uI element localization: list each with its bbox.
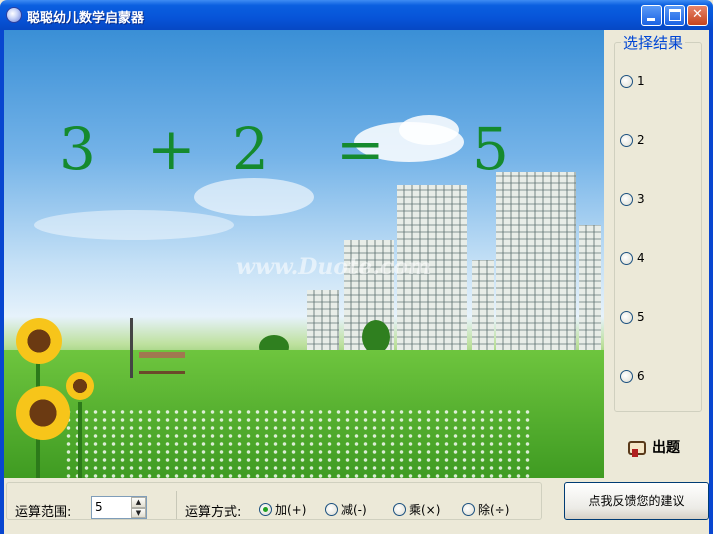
radio-icon[interactable] — [393, 503, 406, 516]
sunflower — [16, 318, 62, 364]
radio-icon[interactable] — [462, 503, 475, 516]
new-question-label: 出题 — [652, 440, 680, 456]
choice-label: 6 — [637, 369, 645, 383]
choice-label: 2 — [637, 133, 645, 147]
answer-panel: 选择结果 1 2 3 4 5 6 出题 — [604, 30, 709, 478]
radio-icon[interactable] — [620, 74, 633, 88]
hand-card-icon — [626, 437, 646, 457]
radio-icon[interactable] — [620, 369, 633, 383]
choice-label: 1 — [637, 74, 645, 88]
scene-background: www.Duote.com 3 + 2 = 5 — [4, 30, 604, 478]
choice-4[interactable]: 4 — [620, 250, 645, 266]
app-orb-icon[interactable] — [6, 7, 22, 23]
operand-b: 2 — [232, 115, 269, 183]
building — [307, 290, 339, 350]
settings-bar: 运算范围: 5 ▲ ▼ 运算方式: 加(+) 减(-) 乘(×) 除(÷) 点我… — [4, 478, 709, 530]
new-question-button[interactable]: 出题 — [626, 434, 698, 460]
range-value[interactable]: 5 — [95, 500, 103, 514]
spinner-up-icon[interactable]: ▲ — [131, 497, 146, 508]
operand-a: 3 — [59, 115, 96, 183]
watermark-text: www.Duote.com — [236, 254, 432, 280]
choice-1[interactable]: 1 — [620, 73, 645, 89]
choice-label: 3 — [637, 192, 645, 206]
building — [472, 260, 494, 350]
choices-title: 选择结果 — [621, 32, 686, 53]
maximize-icon — [669, 9, 681, 21]
choice-label: 5 — [637, 310, 645, 324]
radio-icon[interactable] — [620, 133, 633, 147]
close-button[interactable]: ✕ — [687, 5, 708, 26]
divider — [176, 491, 177, 519]
building — [496, 172, 576, 350]
radio-icon[interactable] — [325, 503, 338, 516]
operation-divide[interactable]: 除(÷) — [462, 501, 509, 518]
spinner-down-icon[interactable]: ▼ — [131, 507, 146, 518]
window-frame-right — [709, 30, 713, 534]
minimize-button[interactable] — [641, 5, 662, 26]
choice-label: 4 — [637, 251, 645, 265]
tree — [362, 320, 390, 354]
title-bar: 聪聪幼儿数学启蒙器 ✕ — [0, 0, 713, 30]
radio-icon[interactable] — [259, 503, 272, 516]
cloud — [399, 115, 459, 145]
operator-sign: + — [147, 115, 196, 183]
answer: 5 — [472, 115, 509, 183]
bench — [139, 352, 185, 374]
cloud — [34, 210, 234, 240]
choice-6[interactable]: 6 — [620, 368, 645, 384]
choice-3[interactable]: 3 — [620, 191, 645, 207]
maximize-button[interactable] — [664, 5, 685, 26]
choice-5[interactable]: 5 — [620, 309, 645, 325]
minimize-icon — [647, 18, 655, 21]
spinner-buttons: ▲ ▼ — [131, 497, 146, 518]
sunflower-stem — [78, 402, 82, 478]
settings-group: 运算范围: 5 ▲ ▼ 运算方式: 加(+) 减(-) 乘(×) 除(÷) — [6, 482, 542, 520]
operation-multiply[interactable]: 乘(×) — [393, 501, 440, 518]
operation-add[interactable]: 加(+) — [259, 501, 306, 518]
window-title: 聪聪幼儿数学启蒙器 — [27, 11, 145, 26]
close-icon: ✕ — [692, 7, 703, 22]
choices-group: 选择结果 1 2 3 4 5 6 — [614, 32, 702, 412]
building — [579, 225, 601, 350]
sunflower — [66, 372, 94, 400]
feedback-button[interactable]: 点我反馈您的建议 — [564, 482, 709, 520]
sunflower — [16, 386, 70, 440]
cloud — [194, 178, 314, 216]
operation-add-label: 加(+) — [275, 503, 307, 517]
operation-subtract[interactable]: 减(-) — [325, 501, 367, 518]
range-spinner[interactable]: 5 ▲ ▼ — [91, 496, 147, 519]
radio-icon[interactable] — [620, 310, 633, 324]
operation-subtract-label: 减(-) — [341, 503, 367, 517]
operation-divide-label: 除(÷) — [478, 503, 510, 517]
operation-multiply-label: 乘(×) — [409, 503, 441, 517]
range-label: 运算范围: — [15, 505, 72, 520]
radio-icon[interactable] — [620, 251, 633, 265]
flower-field — [64, 408, 534, 478]
operation-label: 运算方式: — [185, 505, 242, 520]
street-lamp — [130, 318, 133, 378]
radio-icon[interactable] — [620, 192, 633, 206]
equals-sign: = — [336, 115, 385, 183]
choice-2[interactable]: 2 — [620, 132, 645, 148]
